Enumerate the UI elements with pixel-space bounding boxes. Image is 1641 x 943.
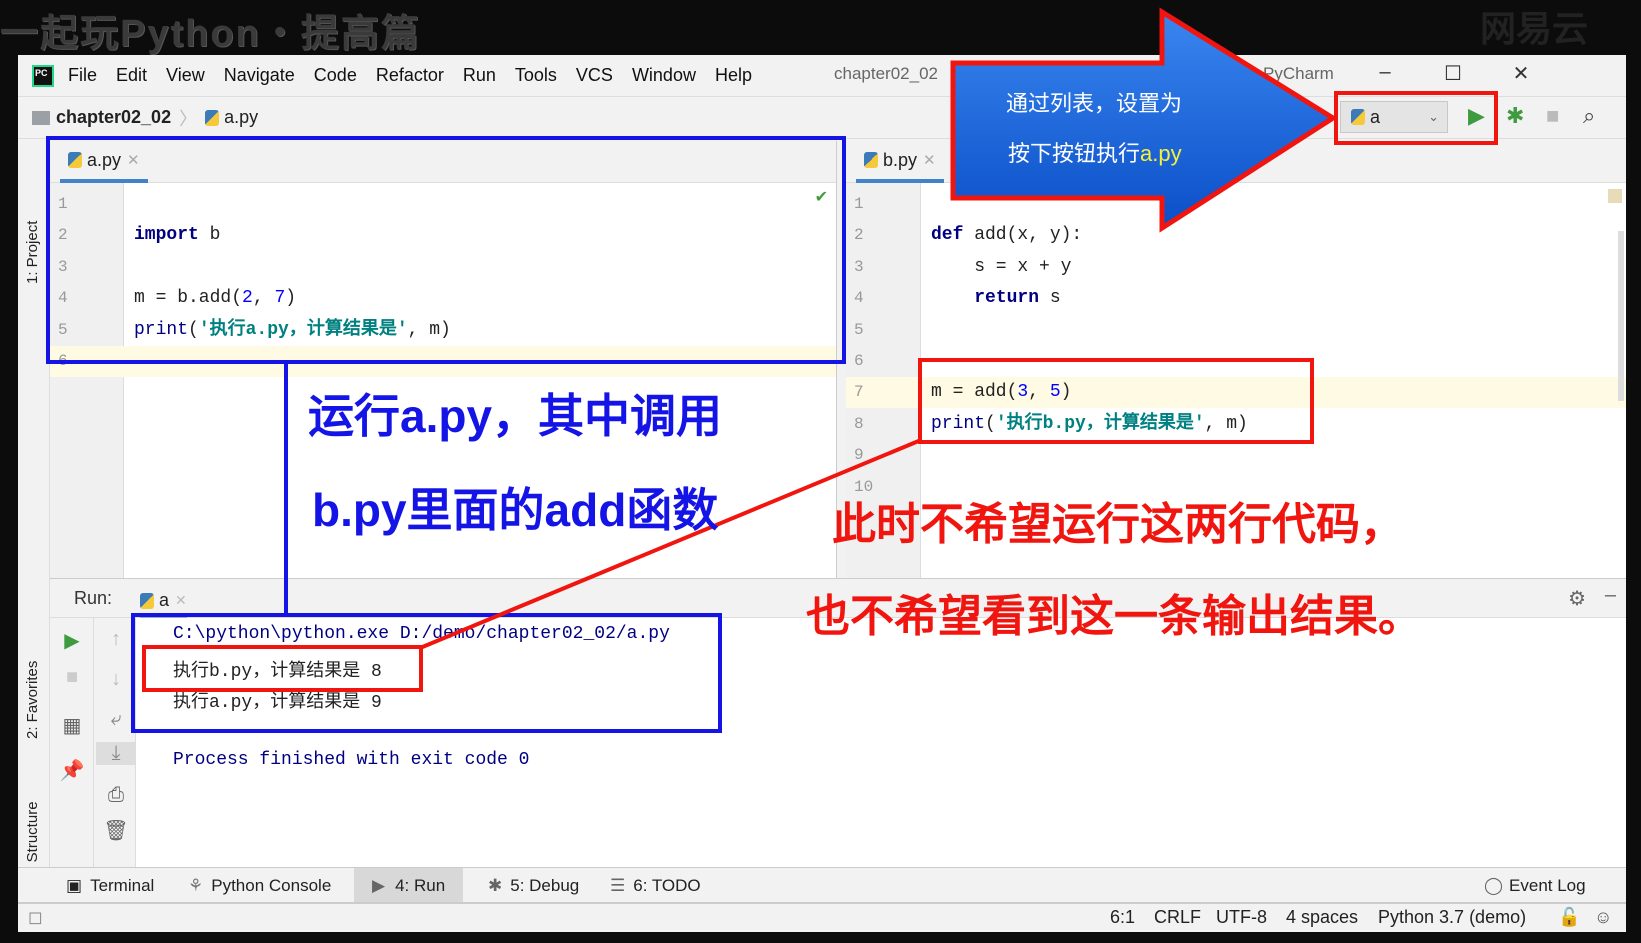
- red-annotation-1: 此时不希望运行这两行代码，: [832, 500, 1404, 549]
- blue-annotation-2: b.py里面的add函数: [312, 484, 719, 536]
- arrow-text-prefix: 按下按钮执行: [1008, 141, 1141, 166]
- annotation-overlay: [419, 7, 1338, 650]
- arrow-text-file: a.py: [1140, 141, 1182, 166]
- annotation-blue-arrow: [950, 7, 1338, 233]
- blue-annotation-1: 运行a.py，其中调用: [308, 390, 723, 442]
- red-annotation-2: 也不希望看到这一条输出结果。: [806, 592, 1422, 641]
- arrow-text-1: 通过列表，设置为: [1006, 91, 1183, 116]
- arrow-text-2: 按下按钮执行a.py: [1008, 136, 1182, 168]
